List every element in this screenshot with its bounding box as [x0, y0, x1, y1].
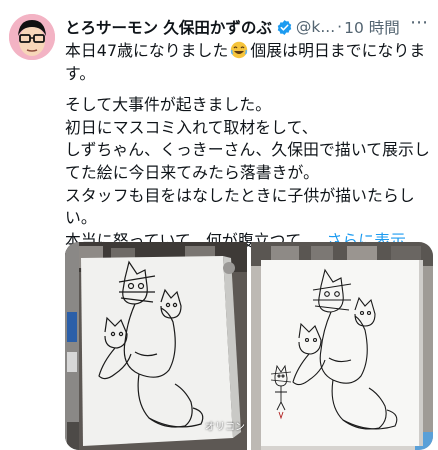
watermark: オリコン [205, 422, 245, 433]
tweet-header: とろサーモン 久保田かずのぶ @k... · 10 時間 ⋯ [65, 15, 435, 39]
tweet-line-1: 本日47歳になりました 個展は明日までになりま [65, 40, 433, 63]
tweet-text: 本日47歳になりました 個展は明日までになりま す。 そして大事件が起きました。 … [65, 40, 433, 252]
tweet-line-1-a: 本日47歳になりました [65, 41, 229, 60]
more-icon[interactable]: ⋯ [410, 15, 429, 33]
tweet-line-3: そして大事件が起きました。 [65, 95, 272, 115]
photo-1[interactable]: オリコン [65, 242, 247, 450]
avatar[interactable] [9, 14, 55, 60]
tweet-line-4: 初日にマスコミ入れて取材をして、 [65, 117, 318, 137]
media-grid: オリコン [65, 242, 433, 450]
laughing-emoji-icon [230, 41, 248, 59]
verified-badge-icon [276, 19, 293, 36]
display-name[interactable]: とろサーモン 久保田かずのぶ [65, 16, 272, 38]
handle[interactable]: @k... [296, 18, 335, 36]
photo-2[interactable] [251, 242, 433, 450]
separator: · [337, 18, 343, 36]
timestamp[interactable]: 10 時間 [344, 16, 400, 38]
tweet-line-2: す。 [65, 63, 96, 83]
tweet-line-6: てた絵に今日来てみたら落書きが。 [65, 162, 320, 182]
tweet-line-1-b: 個展は明日までになりま [250, 41, 426, 60]
tweet-line-5: しずちゃん、くっきーさん、久保田で描いて展示し [65, 140, 430, 160]
tweet-line-8: い。 [65, 208, 97, 228]
tweet-line-7: スタッフも目をはなしたときに子供が描いたらし [65, 185, 415, 205]
